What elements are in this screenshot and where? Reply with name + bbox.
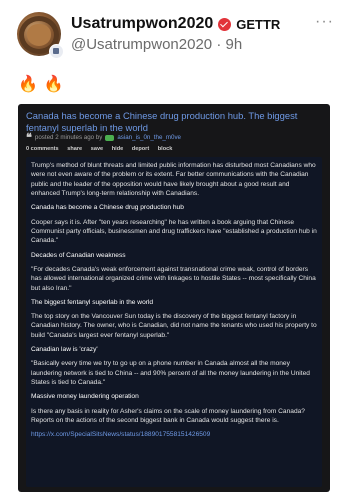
comments-link[interactable]: 0 comments (26, 146, 59, 152)
paragraph: The top story on the Vancouver Sun today… (31, 313, 317, 339)
verified-badge-icon (218, 17, 232, 31)
section-heading: Massive money laundering operation (31, 393, 139, 401)
avatar-badge-icon (49, 44, 64, 59)
post-emoji-text: 🔥🔥 (18, 76, 70, 93)
embedded-screenshot-card[interactable]: Canada has become a Chinese drug product… (18, 104, 330, 492)
more-options-icon[interactable]: ··· (315, 13, 334, 31)
section-heading: Canada has become a Chinese drug product… (31, 204, 184, 212)
user-flair-icon (105, 134, 115, 141)
poster-username[interactable]: asian_is_0n_the_m0ve (117, 134, 181, 141)
section-heading: Decades of Canadian weakness (31, 251, 126, 259)
card-meta: ❝ posted 2 minutes ago by asian_is_0n_th… (26, 130, 181, 144)
save-link[interactable]: save (91, 146, 103, 152)
paragraph: Is there any basis in reality for Asher'… (31, 407, 305, 424)
source-link[interactable]: https://x.com/SpecialSitsNews/status/188… (31, 430, 319, 439)
paragraph: Trump's method of blunt threats and limi… (31, 162, 316, 198)
separator: · (216, 36, 222, 53)
posted-time: posted 2 minutes ago by (34, 134, 103, 141)
name-row: Usatrumpwon2020 GETTR (71, 14, 280, 34)
paragraph: Cooper says it is. After "ten years rese… (31, 218, 317, 245)
card-title[interactable]: Canada has become a Chinese drug product… (26, 110, 324, 133)
display-name[interactable]: Usatrumpwon2020 (71, 15, 213, 33)
paragraph: "Basically every time we try to go up on… (31, 360, 310, 387)
block-link[interactable]: block (158, 146, 173, 152)
paragraph: "For decades Canada's weak enforcement a… (31, 265, 316, 292)
article-body: Trump's method of blunt threats and limi… (26, 157, 322, 487)
handle-row: @Usatrumpwon2020 · 9h (71, 36, 242, 53)
article-text: Trump's method of blunt threats and limi… (31, 161, 319, 440)
avatar-lion-face (27, 24, 51, 46)
post-header: Usatrumpwon2020 GETTR @Usatrumpwon2020 ·… (0, 0, 348, 70)
deport-link[interactable]: deport (132, 146, 149, 152)
post-time[interactable]: 9h (225, 36, 242, 53)
share-link[interactable]: share (67, 146, 82, 152)
platform-label: GETTR (236, 16, 281, 32)
quote-icon: ❝ (26, 130, 32, 144)
card-actions: 0 comments share save hide deport block (26, 146, 179, 152)
user-handle[interactable]: @Usatrumpwon2020 (71, 36, 212, 53)
section-heading: The biggest fentanyl superlab in the wor… (31, 298, 154, 306)
section-heading: Canadian law is 'crazy' (31, 346, 98, 354)
hide-link[interactable]: hide (112, 146, 124, 152)
